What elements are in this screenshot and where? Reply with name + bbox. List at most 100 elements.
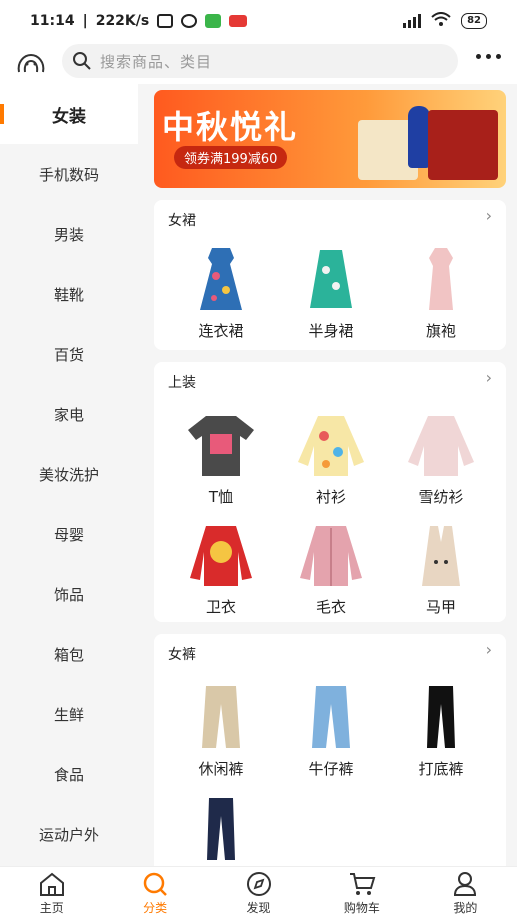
skirt-image bbox=[296, 244, 366, 314]
product-label: 毛衣 bbox=[315, 598, 346, 616]
product-item[interactable]: 旗袍 bbox=[386, 244, 496, 341]
bottom-tab-bar: 主页 分类 发现 购物车 我的 bbox=[0, 866, 517, 920]
tab-cart[interactable]: 购物车 bbox=[310, 867, 413, 920]
sidebar-item-men[interactable]: 男装 bbox=[0, 204, 138, 264]
product-item[interactable] bbox=[166, 794, 276, 864]
product-item[interactable]: 卫衣 bbox=[166, 520, 276, 617]
shirt-image bbox=[296, 410, 366, 480]
product-label: 半身裙 bbox=[308, 322, 354, 340]
section-title: 女裙 bbox=[168, 213, 196, 229]
product-item[interactable]: 休闲裤 bbox=[166, 682, 276, 779]
download-app-icon bbox=[205, 14, 222, 28]
product-label: T恤 bbox=[208, 488, 234, 506]
tab-category[interactable]: 分类 bbox=[103, 867, 206, 920]
home-icon bbox=[39, 872, 64, 896]
section-title: 女裤 bbox=[168, 647, 196, 663]
sweater-image bbox=[296, 520, 366, 590]
signal-icon bbox=[403, 14, 422, 28]
cart-icon bbox=[349, 873, 376, 895]
vest-image bbox=[406, 520, 476, 590]
alarm-icon bbox=[181, 14, 198, 28]
app-badge-icon bbox=[229, 15, 248, 27]
product-label: 连衣裙 bbox=[198, 322, 244, 340]
app-logo-icon[interactable] bbox=[16, 52, 46, 74]
product-item[interactable]: 连衣裙 bbox=[166, 244, 276, 341]
banner-coupon: 领券满199减60 bbox=[174, 146, 288, 169]
product-item[interactable]: 马甲 bbox=[386, 520, 496, 617]
section-pants: 女裤 › 休闲裤 牛仔裤 打底裤 bbox=[154, 634, 506, 866]
tshirt-image bbox=[186, 410, 256, 480]
sidebar-item-fresh[interactable]: 生鲜 bbox=[0, 684, 138, 744]
product-label: 马甲 bbox=[425, 598, 456, 616]
chiffon-blouse-image bbox=[406, 410, 476, 480]
search-icon bbox=[73, 52, 91, 70]
banner-gift-bag-image bbox=[428, 110, 498, 180]
section-dresses: 女裙 › 连衣裙 半身裙 旗袍 bbox=[154, 200, 506, 350]
hoodie-image bbox=[186, 520, 256, 590]
tab-home[interactable]: 主页 bbox=[0, 867, 103, 920]
tab-label: 分类 bbox=[143, 901, 168, 915]
product-item[interactable]: 雪纺衫 bbox=[386, 410, 496, 507]
banner-bottle-image bbox=[408, 106, 430, 168]
tab-label: 发现 bbox=[246, 901, 271, 915]
qipao-image bbox=[406, 244, 476, 314]
sidebar-item-general[interactable]: 百货 bbox=[0, 324, 138, 384]
status-divider: | bbox=[82, 13, 88, 29]
section-title: 上装 bbox=[168, 375, 196, 391]
search-placeholder: 搜索商品、类目 bbox=[100, 52, 213, 71]
chevron-right-icon[interactable]: › bbox=[486, 368, 492, 387]
category-icon bbox=[143, 872, 167, 896]
product-label: 打底裤 bbox=[418, 760, 464, 778]
tab-label: 我的 bbox=[453, 901, 478, 915]
sidebar-item-jewelry[interactable]: 饰品 bbox=[0, 564, 138, 624]
product-label: 卫衣 bbox=[205, 598, 236, 616]
status-bar: 11:14 | 222K/s 82 bbox=[0, 0, 517, 42]
product-item[interactable]: 衬衫 bbox=[276, 410, 386, 507]
category-sidebar: 女装 手机数码 男装 鞋靴 百货 家电 美妆洗护 母婴 饰品 箱包 生鲜 食品 … bbox=[0, 84, 138, 866]
trousers-image bbox=[186, 794, 256, 864]
network-speed: 222K/s bbox=[95, 13, 150, 29]
category-content: 中秋悦礼 领券满199减60 女裙 › 连衣裙 半身裙 旗袍 上装 › T恤 衬… bbox=[138, 84, 517, 866]
wifi-icon bbox=[431, 12, 451, 30]
top-header: 搜索商品、类目 bbox=[0, 42, 517, 84]
tab-mine[interactable]: 我的 bbox=[414, 867, 517, 920]
chevron-right-icon[interactable]: › bbox=[486, 640, 492, 659]
sidebar-item-appliances[interactable]: 家电 bbox=[0, 384, 138, 444]
sidebar-item-baby[interactable]: 母婴 bbox=[0, 504, 138, 564]
product-label: 休闲裤 bbox=[198, 760, 244, 778]
sidebar-item-bags[interactable]: 箱包 bbox=[0, 624, 138, 684]
product-item[interactable]: 毛衣 bbox=[276, 520, 386, 617]
product-item[interactable]: 牛仔裤 bbox=[276, 682, 386, 779]
jeans-image bbox=[296, 682, 366, 752]
sidebar-item-women[interactable]: 女装 bbox=[0, 84, 138, 144]
sidebar-item-beauty[interactable]: 美妆洗护 bbox=[0, 444, 138, 504]
tab-label: 主页 bbox=[39, 901, 64, 915]
product-label: 旗袍 bbox=[425, 322, 456, 340]
product-item[interactable]: 打底裤 bbox=[386, 682, 496, 779]
notification-mute-icon bbox=[157, 14, 174, 28]
product-item[interactable]: 半身裙 bbox=[276, 244, 386, 341]
compass-icon bbox=[246, 872, 271, 896]
sidebar-item-sports[interactable]: 运动户外 bbox=[0, 804, 138, 864]
more-menu-button[interactable] bbox=[476, 54, 501, 59]
tab-discover[interactable]: 发现 bbox=[207, 867, 310, 920]
banner-title: 中秋悦礼 bbox=[162, 108, 299, 146]
tab-label: 购物车 bbox=[343, 901, 380, 915]
sidebar-item-digital[interactable]: 手机数码 bbox=[0, 144, 138, 204]
casual-pants-image bbox=[186, 682, 256, 752]
product-label: 牛仔裤 bbox=[308, 760, 354, 778]
status-time: 11:14 bbox=[30, 13, 75, 29]
product-label: 衬衫 bbox=[315, 488, 346, 506]
battery-indicator: 82 bbox=[461, 13, 487, 29]
leggings-image bbox=[406, 682, 476, 752]
chevron-right-icon[interactable]: › bbox=[486, 206, 492, 225]
sidebar-item-shoes[interactable]: 鞋靴 bbox=[0, 264, 138, 324]
dress-image bbox=[186, 244, 256, 314]
section-tops: 上装 › T恤 衬衫 雪纺衫 卫衣 毛衣 马甲 bbox=[154, 362, 506, 622]
search-input[interactable]: 搜索商品、类目 bbox=[62, 44, 458, 78]
product-label: 雪纺衫 bbox=[418, 488, 464, 506]
user-icon bbox=[454, 872, 477, 896]
sidebar-item-food[interactable]: 食品 bbox=[0, 744, 138, 804]
promo-banner[interactable]: 中秋悦礼 领券满199减60 bbox=[154, 90, 506, 188]
product-item[interactable]: T恤 bbox=[166, 410, 276, 507]
